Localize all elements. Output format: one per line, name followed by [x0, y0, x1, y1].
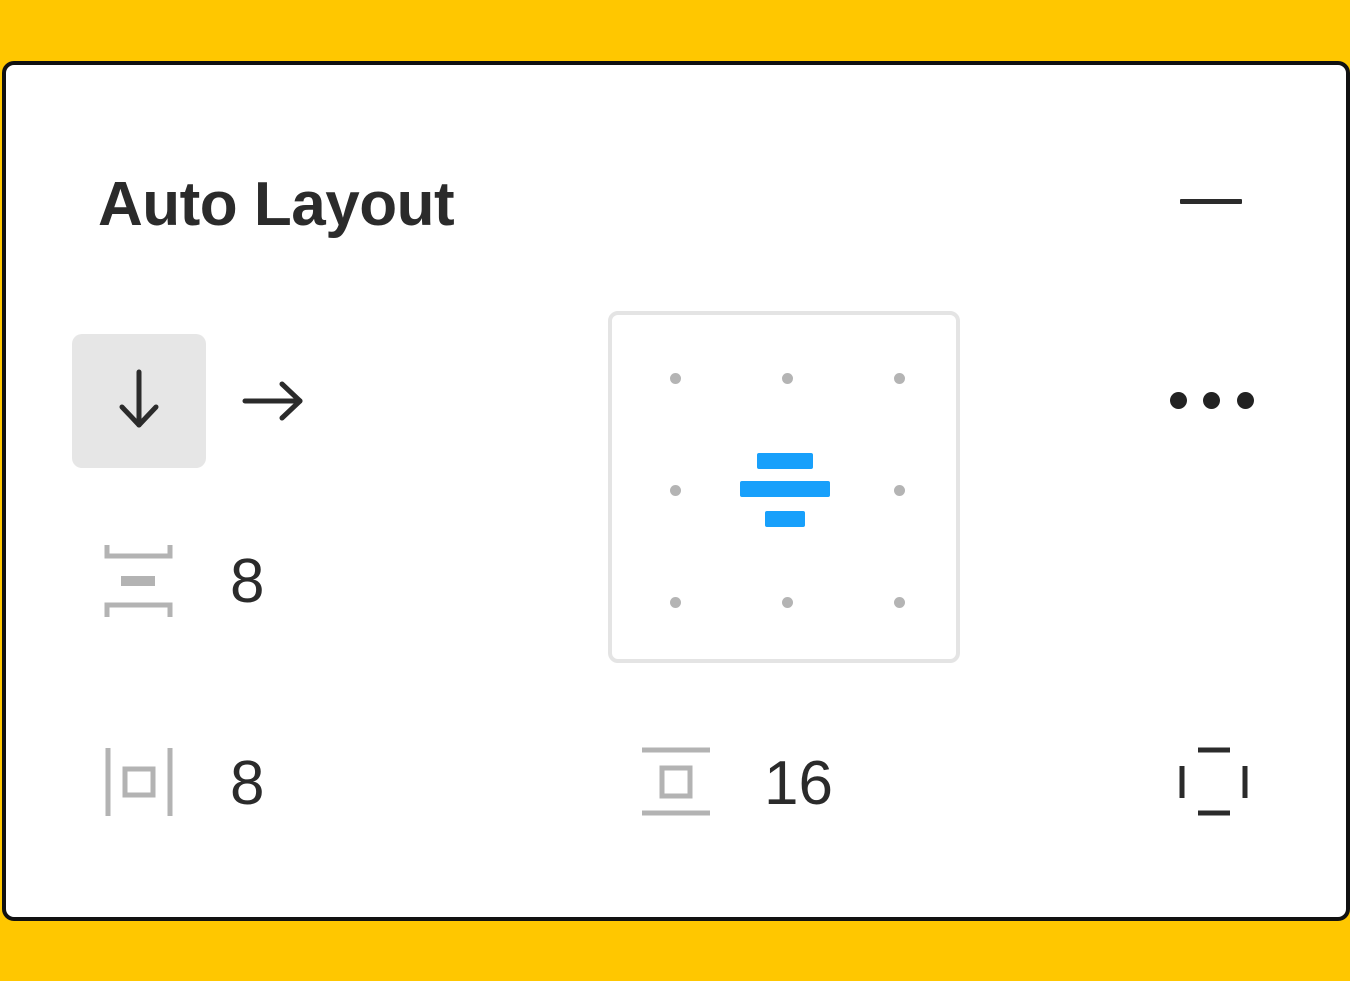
align-top-right[interactable]: [894, 373, 905, 384]
alignment-grid: [608, 311, 960, 663]
direction-horizontal-button[interactable]: [232, 361, 312, 441]
align-top-center[interactable]: [782, 373, 793, 384]
align-center-right[interactable]: [894, 485, 905, 496]
horizontal-padding-value[interactable]: 8: [230, 749, 264, 819]
spacing-icon: [104, 543, 176, 619]
align-bottom-left[interactable]: [670, 597, 681, 608]
align-bottom-right[interactable]: [894, 597, 905, 608]
center-align-icon: [740, 453, 830, 527]
individual-padding-icon: [1179, 747, 1248, 816]
direction-vertical-button[interactable]: [72, 334, 206, 468]
vertical-padding-value[interactable]: 16: [764, 749, 833, 819]
vertical-padding-icon: [642, 747, 710, 816]
panel-title: Auto Layout: [98, 170, 455, 239]
collapse-button[interactable]: [1176, 187, 1248, 219]
spacing-value[interactable]: 8: [230, 547, 264, 617]
more-options-icon: [1170, 392, 1187, 409]
individual-padding-button[interactable]: [1178, 746, 1250, 818]
vertical-padding-icon-wrap: [640, 746, 712, 818]
align-center-left[interactable]: [670, 485, 681, 496]
more-options-button[interactable]: [1161, 375, 1261, 425]
more-options-icon: [1203, 392, 1220, 409]
arrow-right-icon: [242, 381, 303, 421]
align-center-selected[interactable]: [740, 449, 832, 529]
more-options-icon: [1237, 392, 1254, 409]
auto-layout-panel: Auto Layout 8 8 16: [2, 61, 1350, 921]
horizontal-padding-icon: [105, 748, 173, 816]
align-bottom-center[interactable]: [782, 597, 793, 608]
align-top-left[interactable]: [670, 373, 681, 384]
horizontal-padding-icon-wrap: [104, 746, 176, 818]
arrow-down-icon: [119, 369, 159, 428]
minus-icon: [1180, 199, 1242, 204]
spacing-between-items-icon: [104, 545, 173, 617]
